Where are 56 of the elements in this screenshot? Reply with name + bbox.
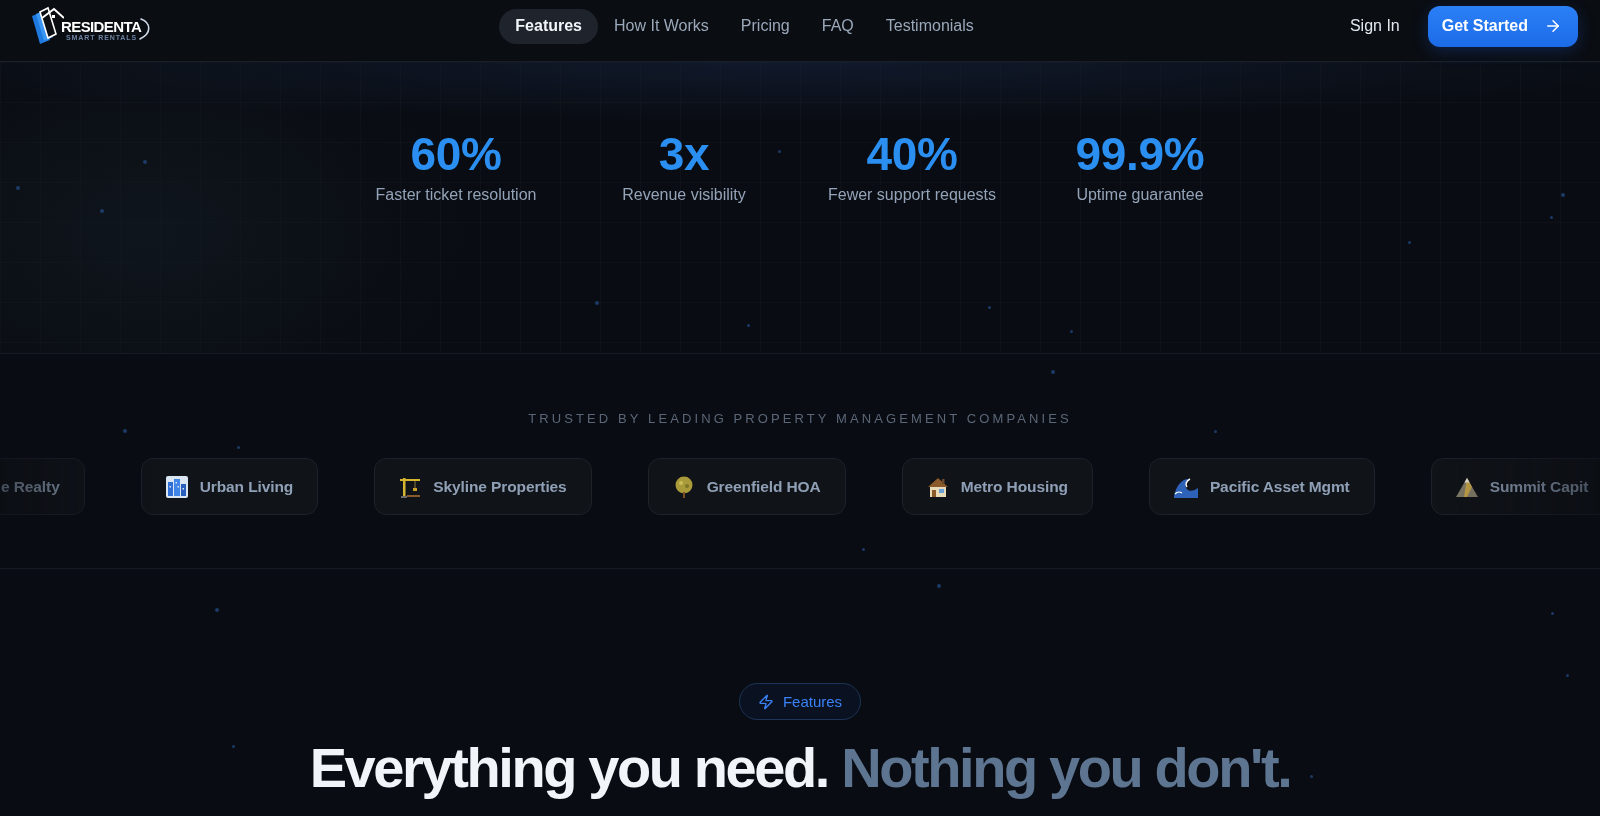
particle-dot [1310,775,1313,778]
mountain-icon [1455,476,1478,497]
nav-link[interactable]: Pricing [724,8,806,44]
stat-value: 99.9% [1075,128,1205,180]
company-name: Summit Capit [1489,477,1589,496]
particle-dot [1070,330,1073,333]
nav-link[interactable]: Testimonials [869,8,990,44]
particle-dot [1551,612,1554,615]
company-name: Metro Housing [960,477,1068,496]
wave-icon [1173,475,1198,498]
particle-dot [1550,216,1553,219]
stat-label: Fewer support requests [827,185,997,205]
brand-name: RESIDENTA [61,18,142,34]
particle-dot [862,548,865,551]
stat-label: Uptime guarantee [1076,185,1204,205]
particle-dot [1561,193,1565,197]
nav-link[interactable]: FAQ [805,8,870,44]
nav-link[interactable]: Features [499,8,598,44]
particle-dot [747,324,750,327]
company-name: Greenfield HOA [706,477,821,496]
get-started-button[interactable]: Get Started [1427,5,1578,47]
house-icon [926,475,949,498]
sign-in-link[interactable]: Sign In [1335,8,1414,44]
stat-value: 3x [658,128,710,180]
company-name: Pacific Asset Mgmt [1209,477,1350,496]
particle-dot [1566,674,1569,677]
crane-icon [399,475,422,498]
particle-dot [232,745,235,748]
company-name: e Realty [1,477,60,496]
particle-dot [143,160,147,164]
particle-dot [123,429,127,433]
company-name: Urban Living [199,477,294,496]
features-badge-label: Features [782,693,843,710]
lightning-icon [757,693,774,710]
particle-dot [988,306,991,309]
stat-label: Faster ticket resolution [375,185,537,205]
particle-dot [215,608,219,612]
section-heading: Everything you need. Nothing you don't. [309,737,1291,799]
arrow-right-icon [1544,17,1562,35]
stat-value: 40% [866,128,958,180]
particle-dot [1214,430,1217,433]
stat-value: 60% [410,128,502,180]
particle-dot [16,186,20,190]
particle-dot [237,446,240,449]
company-name: Skyline Properties [433,477,567,496]
particle-dot [778,150,781,153]
particle-dot [1408,241,1411,244]
particle-dot [100,209,104,213]
buildings-icon [165,475,188,498]
particle-dot [1051,370,1055,374]
particle-dot [937,584,941,588]
particle-dot [595,301,599,305]
logo-icon [30,6,64,46]
trusted-by-title: TRUSTED BY LEADING PROPERTY MANAGEMENT COMPANIES [528,411,1072,427]
nav-link[interactable]: How It Works [598,8,725,44]
stat-label: Revenue visibility [622,185,746,205]
